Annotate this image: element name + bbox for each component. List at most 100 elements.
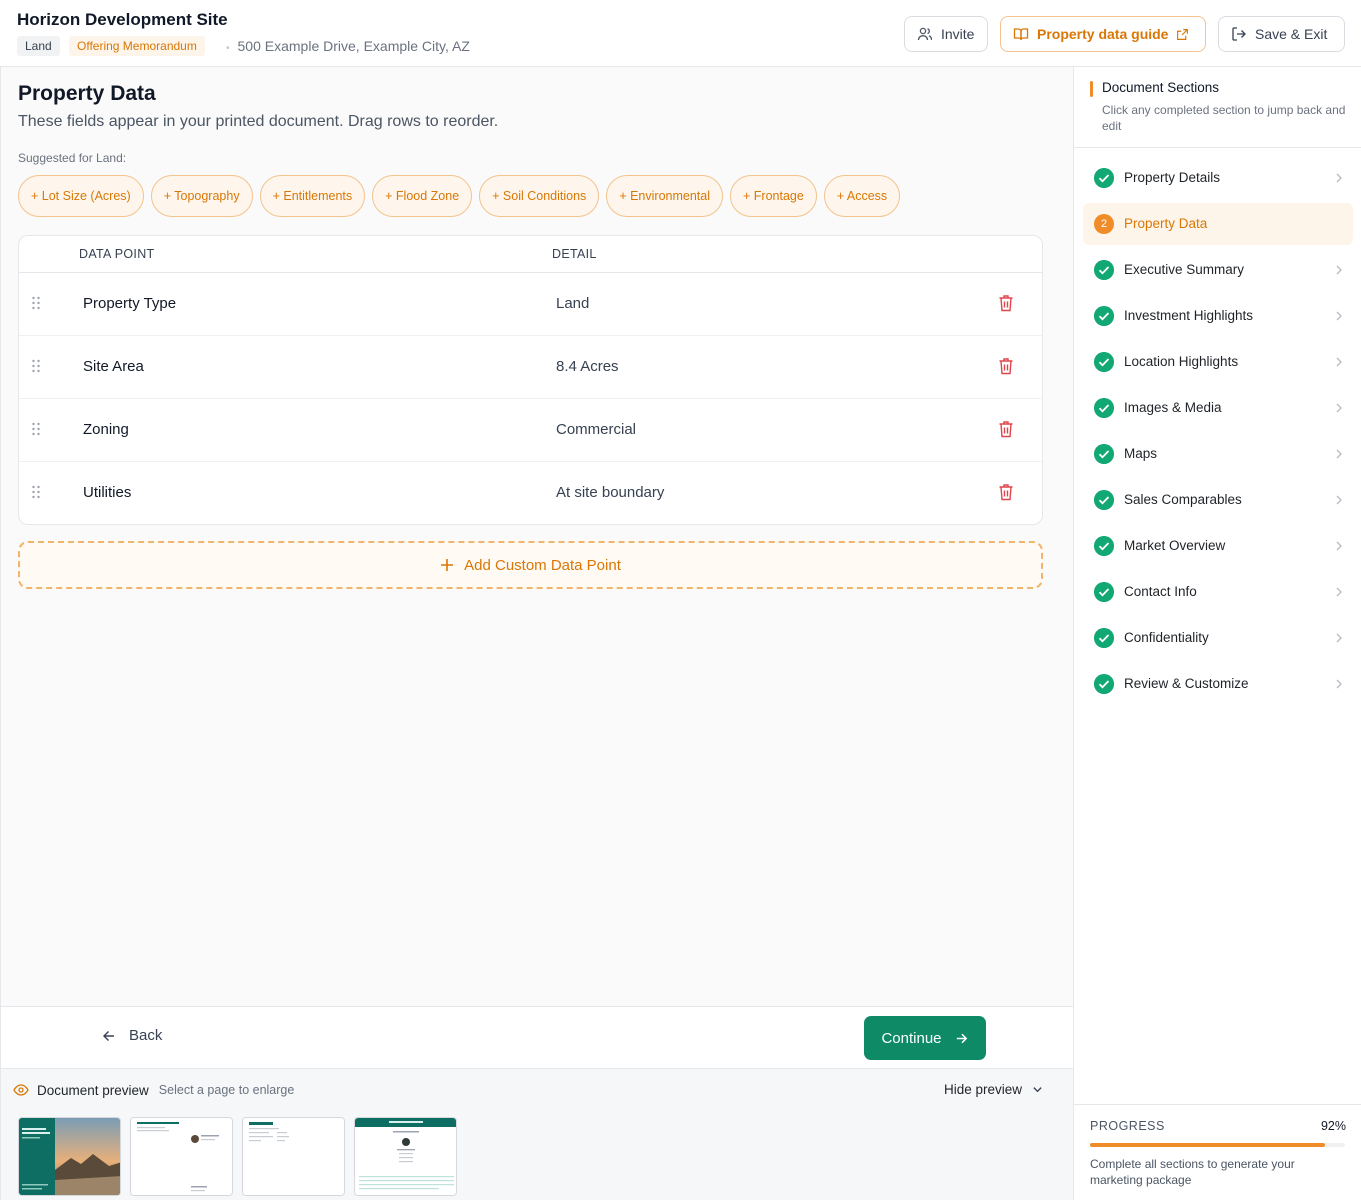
row-value[interactable]: Land	[556, 295, 589, 312]
sidebar-item-label: Investment Highlights	[1124, 308, 1254, 323]
drag-handle-icon[interactable]	[31, 485, 41, 499]
property-type-tag: Land	[17, 36, 60, 56]
page-layout-image	[243, 1118, 344, 1195]
sidebar-item-investment-highlights[interactable]: Investment Highlights	[1083, 295, 1353, 337]
progress-fill	[1090, 1143, 1325, 1147]
sidebar-description: Click any completed section to jump back…	[1102, 103, 1346, 133]
progress-track	[1090, 1143, 1345, 1147]
document-title: Horizon Development Site	[17, 10, 228, 29]
drag-handle-icon[interactable]	[31, 422, 41, 436]
document-preview-panel: Document preview Select a page to enlarg…	[0, 1068, 1073, 1200]
trash-icon[interactable]	[998, 420, 1014, 438]
sidebar-item-location-highlights[interactable]: Location Highlights	[1083, 341, 1353, 383]
preview-page-thumbnail[interactable]	[242, 1117, 345, 1196]
sidebar-item-label: Property Details	[1124, 170, 1221, 185]
property-data-table: DATA POINT DETAIL Property Type Land Sit…	[18, 235, 1043, 525]
check-circle-icon	[1094, 260, 1114, 280]
progress-value: 92%	[1320, 1119, 1346, 1133]
plus-icon	[441, 559, 454, 571]
row-key[interactable]: Utilities	[83, 484, 131, 501]
suggestion-chip-lot-size[interactable]: + Lot Size (Acres)	[18, 175, 144, 217]
sidebar-item-sales-comparables[interactable]: Sales Comparables	[1083, 479, 1353, 521]
section-list: Property Details 2 Property Data Executi…	[1083, 157, 1353, 709]
preview-page-thumbnail[interactable]	[354, 1117, 457, 1196]
sidebar-item-market-overview[interactable]: Market Overview	[1083, 525, 1353, 567]
sidebar-item-confidentiality[interactable]: Confidentiality	[1083, 617, 1353, 659]
row-key[interactable]: Property Type	[83, 295, 176, 312]
chevron-right-icon	[1336, 587, 1342, 597]
suggestion-chip-frontage[interactable]: + Frontage	[730, 175, 817, 217]
save-exit-button[interactable]: Save & Exit	[1218, 16, 1345, 52]
check-circle-icon	[1094, 352, 1114, 372]
invite-button[interactable]: Invite	[904, 16, 988, 52]
suggestion-chip-topography[interactable]: + Topography	[150, 175, 253, 217]
chevron-down-icon	[1033, 1087, 1042, 1093]
sidebar-item-executive-summary[interactable]: Executive Summary	[1083, 249, 1353, 291]
drag-handle-icon[interactable]	[31, 359, 41, 373]
chevron-right-icon	[1336, 495, 1342, 505]
suggestion-chip-environmental[interactable]: + Environmental	[606, 175, 723, 217]
guide-label: Property data guide	[1037, 26, 1169, 42]
table-row: Utilities At site boundary	[19, 462, 1042, 524]
check-circle-icon	[1094, 674, 1114, 694]
chevron-right-icon	[1336, 311, 1342, 321]
preview-thumbnails	[18, 1117, 457, 1196]
progress-label: PROGRESS	[1090, 1119, 1165, 1133]
property-data-guide-button[interactable]: Property data guide	[1000, 16, 1206, 52]
suggestion-chip-soil-conditions[interactable]: + Soil Conditions	[479, 175, 600, 217]
suggestion-chip-entitlements[interactable]: + Entitlements	[259, 175, 366, 217]
row-key[interactable]: Site Area	[83, 358, 144, 375]
preview-hint: Select a page to enlarge	[158, 1083, 295, 1097]
row-value[interactable]: Commercial	[556, 421, 636, 438]
log-out-icon	[1232, 27, 1246, 41]
suggestion-chip-access[interactable]: + Access	[823, 175, 901, 217]
trash-icon[interactable]	[998, 294, 1014, 312]
check-circle-icon	[1094, 444, 1114, 464]
progress-panel: PROGRESS 92% Complete all sections to ge…	[1074, 1104, 1361, 1200]
continue-label: Continue	[881, 1029, 942, 1047]
chevron-right-icon	[1336, 633, 1342, 643]
main-content: Property Data These fields appear in you…	[0, 67, 1073, 1006]
sidebar-header: Document Sections Click any completed se…	[1074, 67, 1361, 148]
preview-page-thumbnail[interactable]	[130, 1117, 233, 1196]
page-title: Property Data	[18, 82, 156, 105]
add-custom-data-point-button[interactable]: Add Custom Data Point	[18, 541, 1043, 589]
sidebar-item-label: Confidentiality	[1124, 630, 1209, 645]
chevron-right-icon	[1336, 265, 1342, 275]
check-circle-icon	[1094, 168, 1114, 188]
suggestion-chips: + Lot Size (Acres) + Topography + Entitl…	[18, 175, 901, 217]
chevron-right-icon	[1336, 403, 1342, 413]
check-circle-icon	[1094, 398, 1114, 418]
check-circle-icon	[1094, 306, 1114, 326]
chevron-right-icon	[1336, 449, 1342, 459]
page-layout-image	[355, 1118, 456, 1195]
check-circle-icon	[1094, 628, 1114, 648]
trash-icon[interactable]	[998, 357, 1014, 375]
sidebar-item-maps[interactable]: Maps	[1083, 433, 1353, 475]
invite-label: Invite	[941, 26, 975, 42]
hide-preview-button[interactable]: Hide preview	[944, 1082, 1043, 1097]
save-exit-label: Save & Exit	[1255, 26, 1328, 42]
document-type-tag: Offering Memorandum	[69, 36, 205, 56]
suggestion-chip-flood-zone[interactable]: + Flood Zone	[372, 175, 473, 217]
sidebar-item-property-data[interactable]: 2 Property Data	[1083, 203, 1353, 245]
progress-note: Complete all sections to generate your m…	[1090, 1157, 1295, 1187]
sidebar-item-images-media[interactable]: Images & Media	[1083, 387, 1353, 429]
drag-handle-icon[interactable]	[31, 296, 41, 310]
sidebar-item-label: Property Data	[1124, 216, 1208, 231]
continue-button[interactable]: Continue	[864, 1016, 986, 1060]
row-value[interactable]: At site boundary	[556, 484, 664, 501]
row-key[interactable]: Zoning	[83, 421, 129, 438]
sidebar-item-review-customize[interactable]: Review & Customize	[1083, 663, 1353, 705]
back-button[interactable]: Back	[101, 1027, 162, 1044]
sidebar-item-contact-info[interactable]: Contact Info	[1083, 571, 1353, 613]
row-value[interactable]: 8.4 Acres	[556, 358, 619, 375]
trash-icon[interactable]	[998, 483, 1014, 501]
hide-preview-label: Hide preview	[944, 1082, 1023, 1097]
sidebar-item-label: Executive Summary	[1124, 262, 1245, 277]
sidebar-item-property-details[interactable]: Property Details	[1083, 157, 1353, 199]
column-header-detail: DETAIL	[552, 247, 597, 261]
preview-page-thumbnail[interactable]	[18, 1117, 121, 1196]
eye-icon	[13, 1084, 29, 1096]
check-circle-icon	[1094, 582, 1114, 602]
